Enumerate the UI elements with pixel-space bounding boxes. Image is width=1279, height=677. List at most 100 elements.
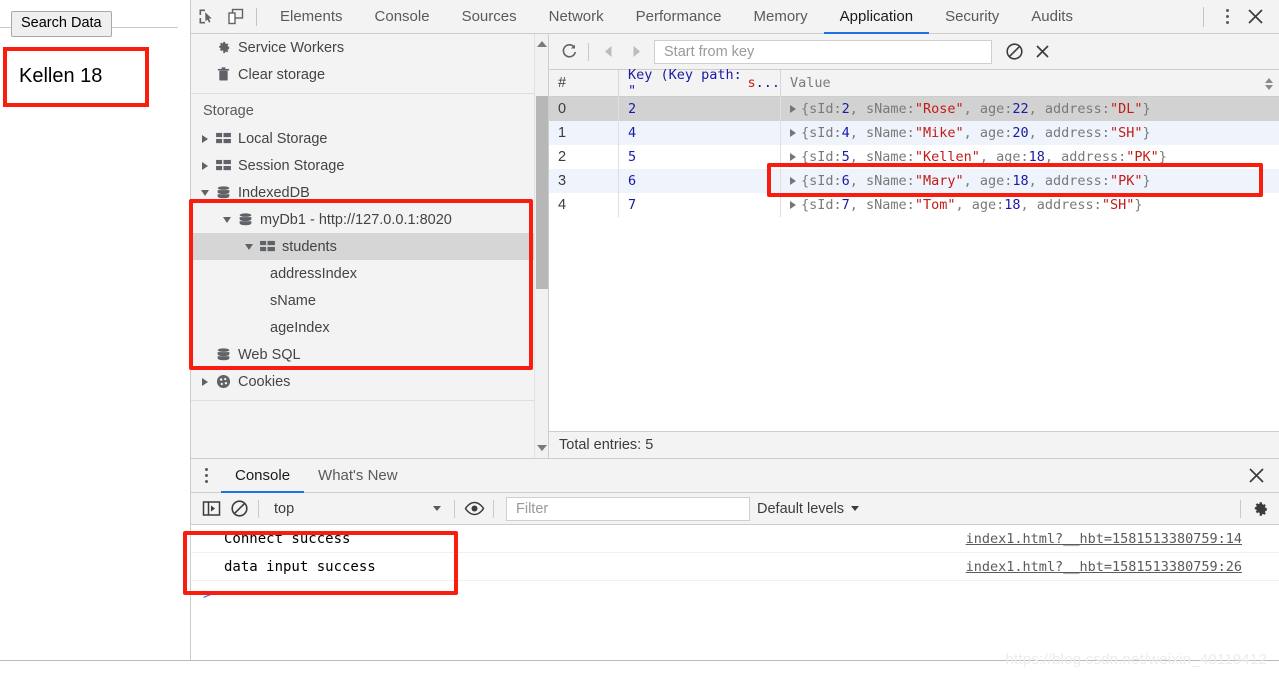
devtools-body: Service Workers Clear storage Storage Lo… (191, 34, 1279, 458)
console-log-entry[interactable]: Connect success index1.html?__hbt=158151… (191, 525, 1279, 553)
value-sid: 5 (841, 149, 850, 165)
scroll-up-icon[interactable] (535, 36, 548, 52)
chevron-down-icon[interactable] (243, 241, 254, 252)
clear-console-icon[interactable] (225, 496, 253, 522)
log-levels-select[interactable]: Default levels (757, 501, 860, 517)
indexeddb-data-panel: # Key (Key path: " s... Value 0 2 {sId: 2… (549, 34, 1279, 458)
cell-index: 0 (549, 97, 619, 121)
console-drawer: Console What's New top Filter Default le… (191, 458, 1279, 661)
cell-value[interactable]: {sId: 6, sName: "Mary", age: 18, address… (781, 169, 1279, 193)
scroll-down-icon[interactable] (535, 440, 548, 456)
previous-page-icon[interactable] (594, 39, 622, 65)
console-prompt[interactable]: > (191, 581, 1279, 607)
cell-value[interactable]: {sId: 4, sName: "Mike", age: 20, address… (781, 121, 1279, 145)
chevron-right-icon[interactable] (199, 376, 210, 387)
chevron-right-icon[interactable] (199, 160, 210, 171)
value-sid: 7 (841, 197, 850, 213)
sidebar-label: Session Storage (238, 157, 345, 174)
refresh-icon[interactable] (555, 39, 583, 65)
tab-elements[interactable]: Elements (264, 0, 359, 33)
sidebar-item-students[interactable]: students (191, 233, 548, 260)
sidebar-item-ageindex[interactable]: ageIndex (191, 314, 548, 341)
console-log-source-link[interactable]: index1.html?__hbt=1581513380759:14 (966, 531, 1242, 547)
expand-triangle-icon[interactable] (790, 201, 796, 209)
execution-context-select[interactable]: top (264, 497, 449, 521)
value-age: 18 (1028, 149, 1045, 165)
sidebar-label: students (282, 238, 337, 255)
tab-audits[interactable]: Audits (1015, 0, 1089, 33)
next-page-icon[interactable] (622, 39, 650, 65)
column-header-index[interactable]: # (549, 70, 619, 96)
sidebar-item-addressindex[interactable]: addressIndex (191, 260, 548, 287)
more-options-icon[interactable] (1214, 9, 1240, 24)
drawer-more-icon[interactable] (191, 459, 221, 492)
expand-triangle-icon[interactable] (790, 177, 796, 185)
drawer-tab-console[interactable]: Console (221, 459, 305, 493)
sidebar-item-indexeddb[interactable]: IndexedDB (191, 179, 548, 206)
database-icon (213, 347, 233, 362)
start-from-key-field[interactable] (654, 39, 992, 64)
expand-triangle-icon[interactable] (790, 105, 796, 113)
value-sid: 2 (841, 101, 850, 117)
sidebar-item-session-storage[interactable]: Session Storage (191, 152, 548, 179)
cell-value[interactable]: {sId: 5, sName: "Kellen", age: 18, addre… (781, 145, 1279, 169)
delete-selected-icon[interactable] (1028, 39, 1056, 65)
sidebar-item-web-sql[interactable]: Web SQL (191, 341, 548, 368)
table-row[interactable]: 2 5 {sId: 5, sName: "Kellen", age: 18, a… (549, 145, 1279, 169)
sidebar-item-service-workers[interactable]: Service Workers (191, 34, 548, 61)
console-log-entry[interactable]: data input success index1.html?__hbt=158… (191, 553, 1279, 581)
column-header-key[interactable]: Key (Key path: " s... (619, 67, 781, 99)
close-drawer-icon[interactable] (1241, 461, 1271, 491)
sidebar-scrollbar[interactable] (534, 34, 548, 458)
tab-console[interactable]: Console (359, 0, 446, 33)
console-filter-field[interactable] (506, 496, 750, 521)
tab-performance[interactable]: Performance (620, 0, 738, 33)
toolbar-divider (588, 42, 589, 61)
value-address: DL (1118, 101, 1135, 117)
toolbar-divider (493, 499, 494, 518)
console-sidebar-toggle-icon[interactable] (197, 496, 225, 522)
start-from-key-input[interactable] (662, 42, 984, 61)
expand-triangle-icon[interactable] (790, 153, 796, 161)
search-data-button[interactable]: Search Data (11, 11, 112, 37)
sidebar-item-cookies[interactable]: Cookies (191, 368, 548, 395)
console-filter-input[interactable] (514, 499, 742, 518)
sidebar-item-sname[interactable]: sName (191, 287, 548, 314)
table-row[interactable]: 3 6 {sId: 6, sName: "Mary", age: 18, add… (549, 169, 1279, 193)
chevron-right-icon[interactable] (199, 133, 210, 144)
tab-application[interactable]: Application (823, 0, 930, 34)
column-sorter-icon[interactable] (1262, 70, 1276, 97)
inspect-element-icon[interactable] (191, 0, 221, 33)
console-log-source-link[interactable]: index1.html?__hbt=1581513380759:26 (966, 559, 1242, 575)
clear-object-store-icon[interactable] (1000, 39, 1028, 65)
value-address: PK (1134, 149, 1151, 165)
sidebar-item-clear-storage[interactable]: Clear storage (191, 61, 548, 88)
drawer-right-controls (1241, 459, 1279, 492)
console-settings-gear-icon[interactable] (1246, 496, 1274, 522)
sidebar-item-local-storage[interactable]: Local Storage (191, 125, 548, 152)
toolbar-divider (454, 499, 455, 518)
table-icon (213, 132, 233, 145)
cell-value[interactable]: {sId: 7, sName: "Tom", age: 18, address:… (781, 193, 1279, 217)
expand-triangle-icon[interactable] (790, 129, 796, 137)
live-expression-eye-icon[interactable] (460, 496, 488, 522)
cell-key: 2 (619, 97, 781, 121)
tab-memory[interactable]: Memory (738, 0, 824, 33)
chevron-down-icon[interactable] (221, 214, 232, 225)
cell-value[interactable]: {sId: 2, sName: "Rose", age: 22, address… (781, 97, 1279, 121)
chevron-down-icon[interactable] (199, 187, 210, 198)
table-row[interactable]: 1 4 {sId: 4, sName: "Mike", age: 20, add… (549, 121, 1279, 145)
scrollbar-thumb[interactable] (536, 96, 548, 289)
close-devtools-icon[interactable] (1240, 2, 1270, 32)
sidebar-item-mydb1[interactable]: myDb1 - http://127.0.0.1:8020 (191, 206, 548, 233)
tab-security[interactable]: Security (929, 0, 1015, 33)
table-row[interactable]: 4 7 {sId: 7, sName: "Tom", age: 18, addr… (549, 193, 1279, 217)
table-row[interactable]: 0 2 {sId: 2, sName: "Rose", age: 22, add… (549, 97, 1279, 121)
device-toolbar-icon[interactable] (221, 0, 251, 33)
tabbar-divider (1203, 6, 1204, 27)
drawer-tab-whats-new[interactable]: What's New (304, 459, 412, 492)
sidebar-label: myDb1 - http://127.0.0.1:8020 (260, 211, 452, 228)
column-header-value[interactable]: Value (781, 70, 1279, 96)
tab-sources[interactable]: Sources (446, 0, 533, 33)
tab-network[interactable]: Network (533, 0, 620, 33)
